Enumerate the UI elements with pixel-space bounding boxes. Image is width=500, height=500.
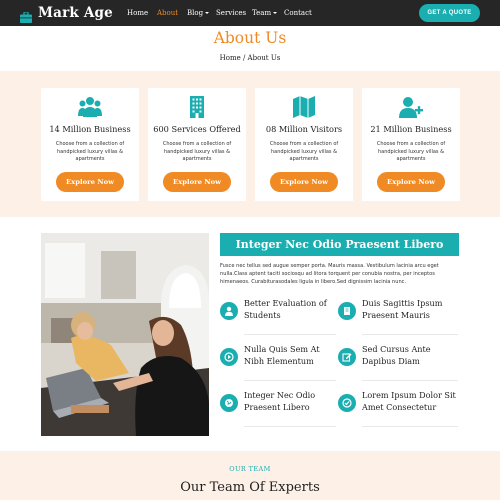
play-icon (220, 348, 238, 366)
user-plus-icon (399, 96, 423, 118)
book-icon (338, 302, 356, 320)
feature-point-text: Lorem Ipsum Dolor Sit Amet Consectetur (362, 390, 456, 412)
explore-now-button[interactable]: Explore Now (270, 172, 338, 192)
divider (244, 380, 336, 381)
divider (362, 380, 458, 381)
feature-point-text: Integer Nec Odio Praesent Libero (244, 390, 316, 412)
about-heading: Integer Nec Odio Praesent Libero (220, 233, 459, 256)
nav-item-about[interactable]: About (157, 8, 178, 18)
nav-item-home[interactable]: Home (127, 8, 148, 18)
divider (244, 426, 336, 427)
brand-logo[interactable]: Mark Age (20, 4, 113, 23)
nav-item-blog-label: Blog (187, 9, 204, 17)
feature-description: Choose from a collection of handpicked l… (55, 141, 125, 163)
feature-point: Nulla Quis Sem At Nibh Elementum (220, 344, 336, 380)
map-icon (292, 96, 316, 118)
chevron-down-icon (205, 12, 210, 14)
feature-card: 14 Million Business Choose from a collec… (41, 88, 139, 201)
nav-item-contact[interactable]: Contact (284, 8, 312, 18)
team-kicker: OUR TEAM (229, 465, 271, 473)
feature-card: 21 Million Business Choose from a collec… (362, 88, 460, 201)
feature-title: 600 Services Offered (153, 124, 241, 134)
feature-point-text: Duis Sagittis Ipsum Praesent Mauris (362, 298, 443, 320)
nav-item-team-label: Team (252, 9, 272, 17)
nav-item-services[interactable]: Services (216, 8, 246, 18)
feature-point-text: Sed Cursus Ante Dapibus Diam (362, 344, 431, 366)
explore-now-button[interactable]: Explore Now (56, 172, 124, 192)
nav-item-team[interactable]: Team (252, 8, 278, 18)
feature-title: 21 Million Business (370, 124, 452, 134)
user-icon (220, 302, 238, 320)
feature-card: 08 Million Visitors Choose from a collec… (255, 88, 353, 201)
feature-description: Choose from a collection of handpicked l… (162, 141, 232, 163)
users-icon (78, 96, 102, 118)
feature-point-text: Nulla Quis Sem At Nibh Elementum (244, 344, 320, 366)
divider (362, 426, 458, 427)
feature-point-text: Better Evaluation of Students (244, 298, 327, 320)
globe-icon (220, 394, 238, 412)
divider (244, 334, 336, 335)
page-title: About Us (213, 29, 287, 47)
brand-name: Mark Age (38, 5, 113, 21)
feature-title: 14 Million Business (49, 124, 131, 134)
edit-icon (338, 348, 356, 366)
feature-point: Better Evaluation of Students (220, 298, 336, 334)
divider (362, 334, 458, 335)
feature-point: Duis Sagittis Ipsum Praesent Mauris (338, 298, 454, 334)
team-title: Our Team Of Experts (180, 480, 320, 495)
explore-now-button[interactable]: Explore Now (163, 172, 231, 192)
building-icon (185, 96, 209, 118)
briefcase-icon (20, 8, 32, 23)
feature-point: Integer Nec Odio Praesent Libero (220, 390, 336, 426)
feature-description: Choose from a collection of handpicked l… (376, 141, 446, 163)
breadcrumb: Home / About Us (219, 54, 281, 62)
navbar: Mark Age Home About Blog Services Team C… (0, 0, 500, 26)
explore-now-button[interactable]: Explore Now (377, 172, 445, 192)
about-paragraph: Fusce nec tellus sed augue semper porta.… (220, 263, 439, 285)
feature-title: 08 Million Visitors (265, 124, 343, 134)
feature-point: Lorem Ipsum Dolor Sit Amet Consectetur (338, 390, 456, 426)
chevron-down-icon (273, 12, 278, 14)
feature-description: Choose from a collection of handpicked l… (269, 141, 339, 163)
students-photo (41, 233, 209, 436)
nav-item-blog[interactable]: Blog (187, 8, 210, 18)
feature-card: 600 Services Offered Choose from a colle… (148, 88, 246, 201)
get-a-quote-button[interactable]: GET A QUOTE (419, 4, 480, 22)
check-circle-icon (338, 394, 356, 412)
feature-point: Sed Cursus Ante Dapibus Diam (338, 344, 454, 380)
